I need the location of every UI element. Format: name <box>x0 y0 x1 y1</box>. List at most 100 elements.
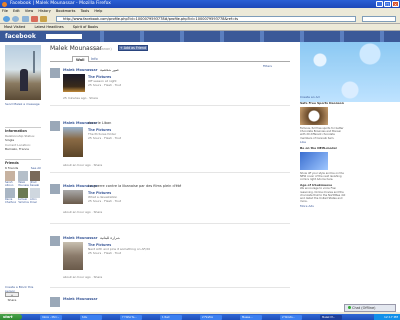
taskbar-item[interactable]: 2 Firefox <box>200 314 222 320</box>
taskbar-item[interactable]: Messe... <box>240 314 262 320</box>
post-meta: about an hour ago · Share <box>63 163 103 167</box>
window-title: Facebook | Malek Mounassar - Mozilla Fir… <box>10 1 111 6</box>
friend-item[interactable]: Amin Dinel <box>30 188 41 204</box>
friend-name: Ramsai Hammoud <box>17 198 29 204</box>
post-avatar[interactable] <box>50 121 60 131</box>
start-button[interactable]: start <box>0 314 22 320</box>
post-photo[interactable] <box>63 127 83 157</box>
forward-icon[interactable] <box>12 16 19 22</box>
location-value: Bamako, France <box>5 147 30 151</box>
taskbar-item[interactable]: Inbox - Micr... <box>40 314 62 320</box>
close-button[interactable]: × <box>392 1 399 7</box>
reload-icon[interactable] <box>22 16 29 22</box>
friend-avatar <box>17 188 28 198</box>
post-author[interactable]: Malek Mounassar <box>63 297 97 301</box>
more-ads-link[interactable]: More Ads <box>300 204 346 208</box>
navigation-toolbar: http://www.facebook.com/profile.php?id=1… <box>0 14 400 24</box>
menu-edit[interactable]: Edit <box>13 9 20 13</box>
post-author[interactable]: Malek Mounassar <box>63 68 97 72</box>
windows-taskbar: start Inbox - Micr... tutu Y! Who'ts... … <box>0 314 400 320</box>
firefox-icon <box>2 1 7 7</box>
bookmark-most-visited[interactable]: Most Visited <box>4 25 25 29</box>
facebook-search-input[interactable] <box>46 34 82 39</box>
friend-name: Malek Mounassar <box>17 181 29 187</box>
menu-tools[interactable]: Tools <box>81 9 90 13</box>
post-avatar[interactable] <box>50 236 60 246</box>
taskbar-item[interactable]: 2 Windo... <box>280 314 302 320</box>
friends-count: 6 friends <box>5 166 19 170</box>
home-icon[interactable] <box>40 16 47 22</box>
post-author[interactable]: Malek Mounassar <box>63 236 97 240</box>
stop-icon[interactable] <box>31 16 38 22</box>
back-icon[interactable] <box>3 16 10 22</box>
friends-heading: Friends <box>5 159 41 165</box>
friend-avatar <box>30 188 40 198</box>
taskbar-item[interactable]: Malek M... <box>320 314 342 320</box>
taskbar-item[interactable]: tutu <box>80 314 102 320</box>
post-photo[interactable] <box>63 190 83 204</box>
post-avatar[interactable] <box>50 184 60 194</box>
post-photo[interactable] <box>63 242 83 270</box>
menu-view[interactable]: View <box>25 9 33 13</box>
post-status: صور شخصية <box>100 68 119 72</box>
taskbar-item[interactable]: 1 Rad <box>160 314 182 320</box>
ad-body: We encourage to voice Fran reasoning. On… <box>300 187 346 204</box>
menu-bookmarks[interactable]: Bookmarks <box>56 9 76 13</box>
ad-like-link[interactable]: Like <box>300 140 346 144</box>
chat-status-icon <box>348 306 351 309</box>
post-meta: 25 minutes ago · Share <box>63 96 98 100</box>
minimize-button[interactable]: _ <box>376 1 383 7</box>
friend-avatar <box>5 171 15 181</box>
post-avatar[interactable] <box>50 297 60 307</box>
facebook-header: facebook <box>0 31 400 42</box>
friend-name: Jihad Kassab <box>30 181 40 187</box>
bookmark-latest-headlines[interactable]: Latest Headlines <box>34 25 63 29</box>
friend-item[interactable]: Ramsai Hammoud <box>17 188 29 204</box>
ad-title[interactable]: Safe Free Sports Deonson <box>300 101 346 105</box>
friend-item[interactable]: Jihad Kassab <box>30 171 41 187</box>
friend-item[interactable]: Rania Chalhoub <box>5 188 16 204</box>
system-clock: 12:17 PM <box>374 314 400 320</box>
post-photo[interactable] <box>63 74 85 92</box>
add-friend-button[interactable]: + Add as Friend <box>118 45 148 51</box>
wall-post: Malek Mounassar شرارة للبنانية The Pictu… <box>50 236 290 288</box>
search-box[interactable] <box>362 16 396 22</box>
bookmarks-bar: Most Visited Latest Headlines Spirit of … <box>0 24 400 31</box>
wall-post: Malek Mounassar صور شخصية The Pictures O… <box>50 68 290 106</box>
wall-post: Malek Mounassar donc le Liban The Pictur… <box>50 121 290 173</box>
menu-file[interactable]: File <box>2 9 8 13</box>
ads-column: Create an Ad Safe Free Sports Deonson Fa… <box>300 95 346 208</box>
bookmark-spirit-of-books[interactable]: Spirit of Books <box>73 25 98 29</box>
friend-item[interactable]: Sarah Aitoun <box>5 171 16 187</box>
tower-silhouette <box>33 51 35 73</box>
window-titlebar: Facebook | Malek Mounassar - Mozilla Fir… <box>0 0 400 8</box>
relationship-value: Single <box>5 138 15 142</box>
friend-avatar <box>5 188 15 198</box>
post-details: 25 hours · Flash · Tout <box>88 251 122 255</box>
ad-title[interactable]: Be on the NEW-model <box>300 146 346 150</box>
friend-item[interactable]: Malek Mounassar <box>17 171 29 187</box>
menu-help[interactable]: Help <box>94 9 102 13</box>
friend-name: Amin Dinel <box>30 198 37 204</box>
information-heading: Information <box>5 127 41 133</box>
menu-history[interactable]: History <box>38 9 50 13</box>
information-box: Information Relationship Status: Single … <box>5 127 41 151</box>
share-button[interactable]: + Share <box>5 292 19 302</box>
create-ad-link[interactable]: Create an Ad <box>300 95 346 99</box>
chat-bar[interactable]: Chat (Offline) <box>344 304 396 312</box>
send-message-link[interactable]: Send Malek a message <box>5 102 41 106</box>
post-meta: about an hour ago · Share <box>63 275 103 279</box>
profile-network: (Lebanon) <box>94 46 112 51</box>
friend-grid: Sarah Aitoun Malek Mounassar Jihad Kassa… <box>5 171 41 204</box>
see-all-link[interactable]: See All <box>31 166 41 170</box>
post-avatar[interactable] <box>50 68 60 78</box>
tab-info[interactable]: Info <box>88 56 101 62</box>
profile-picture[interactable] <box>5 45 41 100</box>
ad-image[interactable] <box>300 107 328 125</box>
url-bar[interactable]: http://www.facebook.com/profile.php?id=1… <box>56 16 356 22</box>
taskbar-item[interactable]: Y! Who'ts... <box>120 314 142 320</box>
facebook-logo[interactable]: facebook <box>5 33 36 40</box>
tab-wall[interactable]: Wall <box>72 56 89 62</box>
maximize-button[interactable]: □ <box>384 1 391 7</box>
ad-image[interactable] <box>300 151 328 170</box>
